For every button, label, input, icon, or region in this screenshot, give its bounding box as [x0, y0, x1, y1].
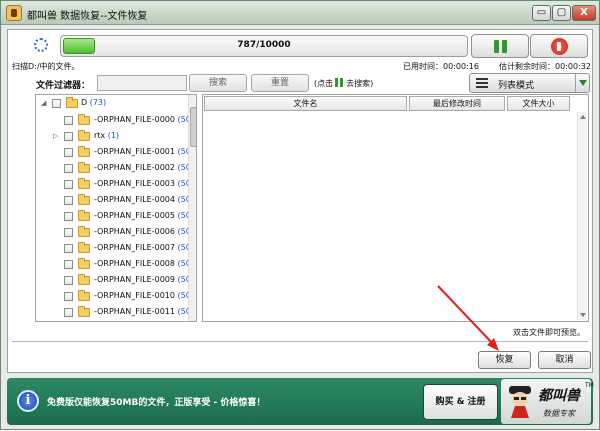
annotation-arrow	[437, 285, 499, 351]
promo-text: 免费版仅能恢复50MB的文件，正版享受 - 价格惊喜！	[47, 398, 266, 408]
brand-name: 都叫兽	[538, 388, 580, 404]
brand-tagline: 数据专家	[543, 409, 575, 418]
app-window: 都叫兽 数据恢复--文件恢复 ▭ ▢ X 787/10000 扫描D:/中的文件…	[0, 0, 600, 430]
arrow-line	[437, 285, 496, 347]
buy-register-button[interactable]: 购买 & 注册	[423, 384, 498, 420]
info-icon: i	[17, 390, 39, 412]
mascot-icon	[509, 386, 531, 418]
trademark: TM	[585, 382, 594, 389]
brand-logo: 都叫兽 TM 数据专家	[501, 379, 594, 424]
promo-footer: i 免费版仅能恢复50MB的文件，正版享受 - 价格惊喜！ 购买 & 注册 都叫…	[7, 378, 594, 425]
